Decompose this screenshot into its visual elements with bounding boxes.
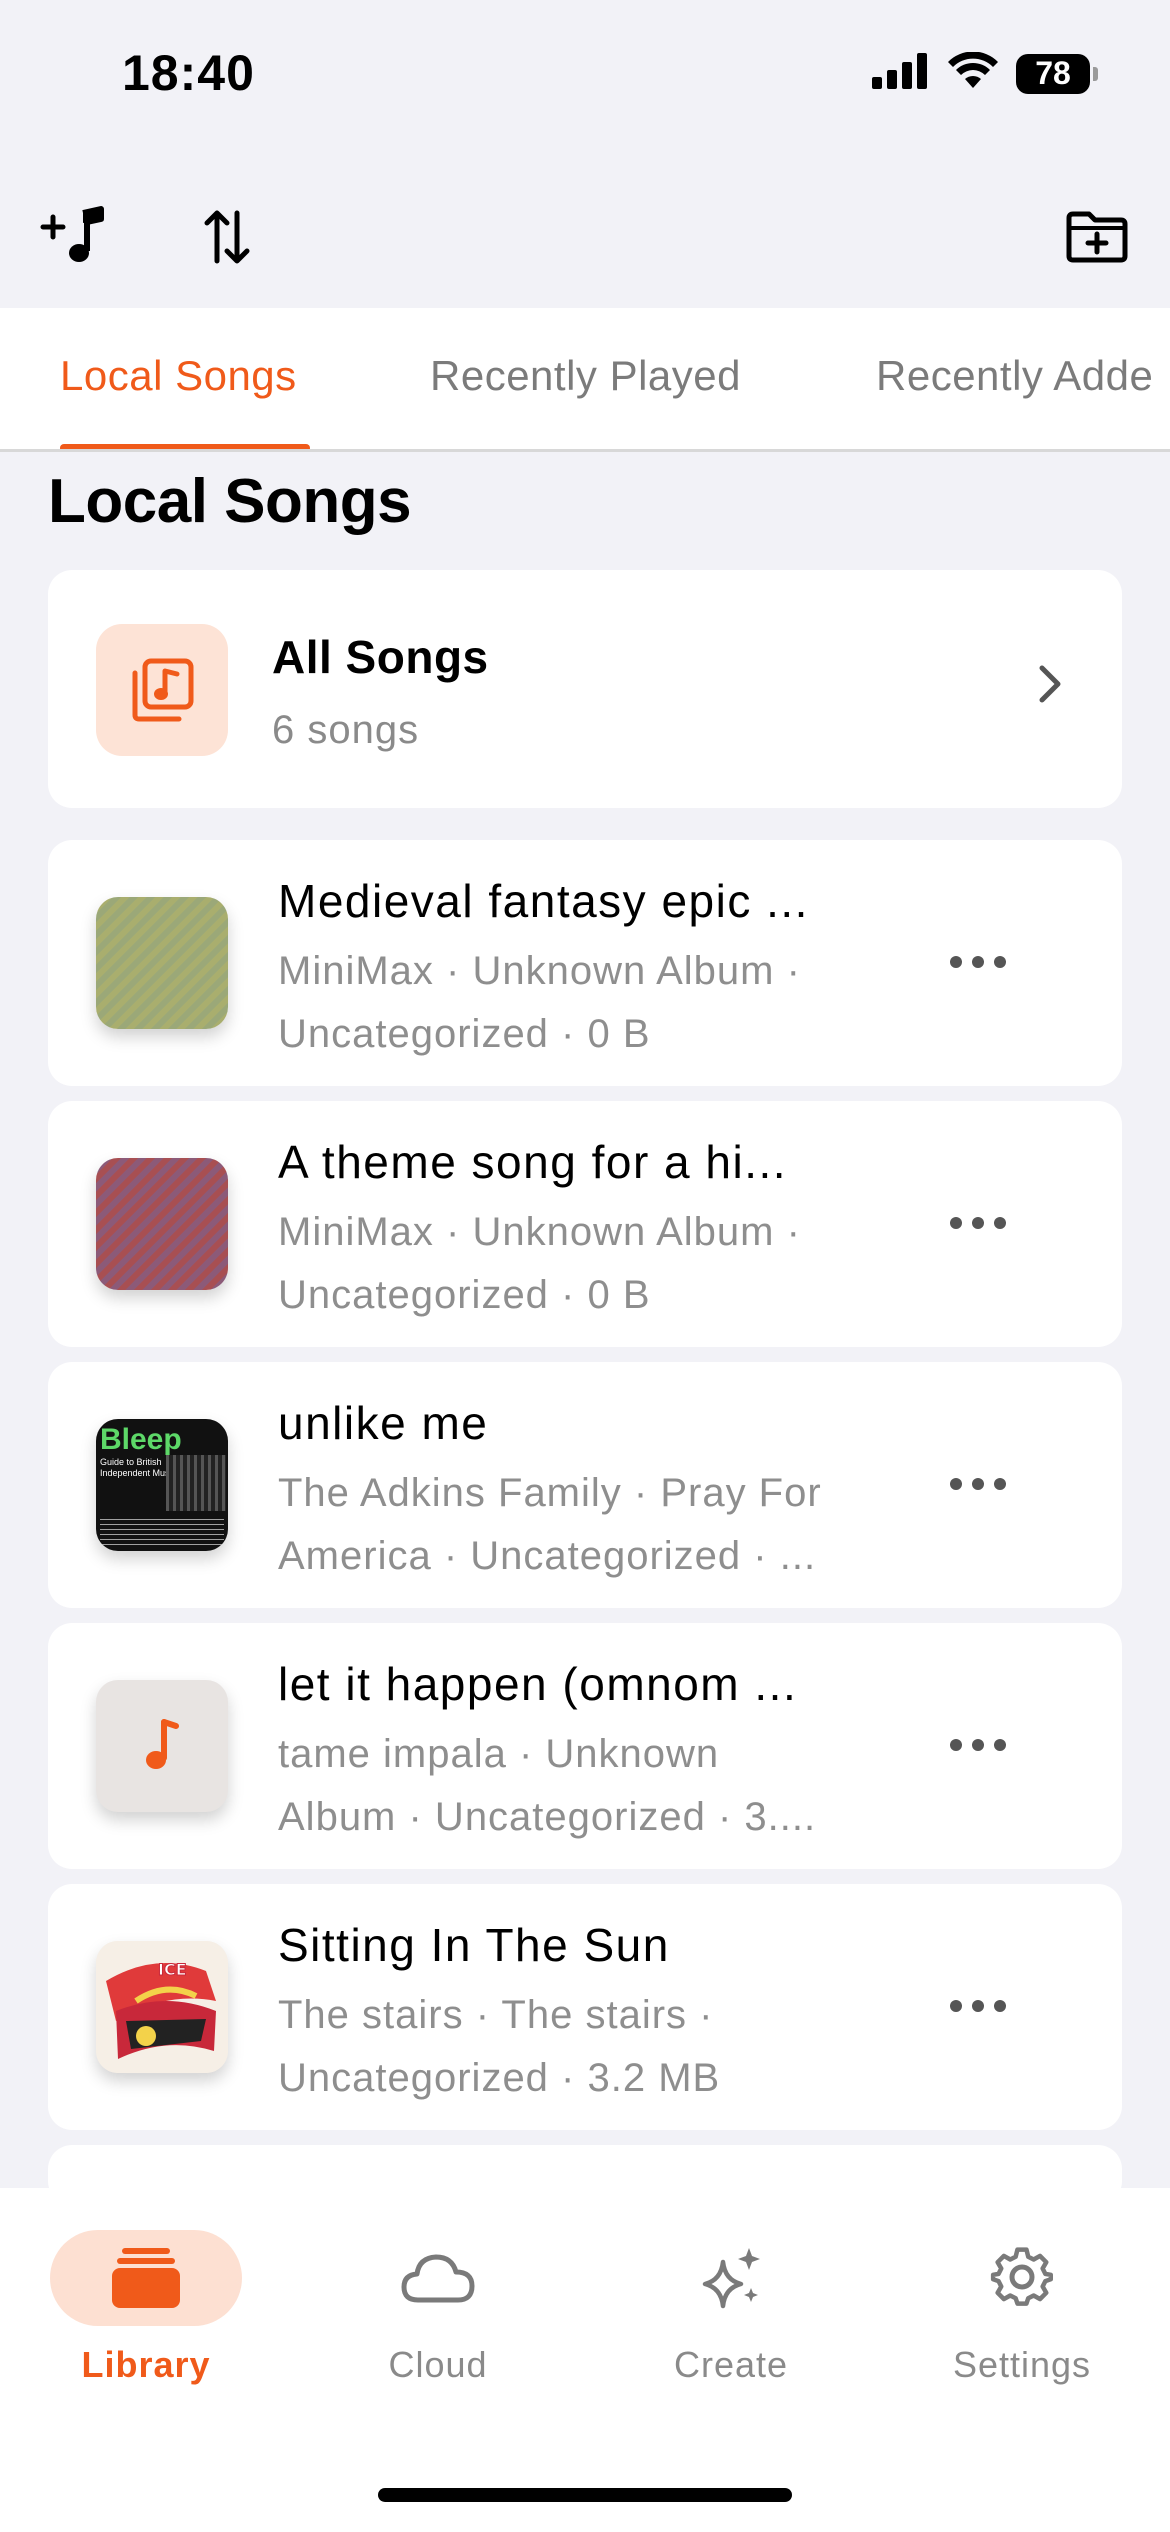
svg-text:ICE: ICE: [158, 1960, 187, 1979]
home-indicator: [378, 2488, 792, 2502]
tab-bar: Local Songs Recently Played Recently Add…: [0, 308, 1170, 452]
song-meta: The stairs · The stairs · Uncategorized …: [278, 1993, 721, 2100]
cloud-icon: [401, 2254, 475, 2303]
nav-create[interactable]: Create: [621, 2228, 841, 2386]
song-row[interactable]: Medieval fantasy epic ... MiniMax · Unkn…: [48, 840, 1122, 1086]
add-music-button[interactable]: [30, 192, 120, 282]
sort-button[interactable]: [182, 192, 272, 282]
song-row[interactable]: Bleep Guide to British Independent Music…: [48, 1362, 1122, 1608]
more-options-button[interactable]: [950, 948, 1006, 976]
signal-icon: [872, 53, 930, 94]
new-folder-button[interactable]: [1052, 192, 1142, 282]
all-songs-count: 6 songs: [272, 708, 420, 752]
sort-icon: [204, 210, 250, 264]
song-title: A theme song for a hi...: [278, 1136, 788, 1188]
album-art: ICE: [96, 1941, 228, 2073]
album-art: [96, 1680, 228, 1812]
nav-label: Create: [673, 2344, 789, 2385]
chevron-right-icon: [1039, 665, 1061, 703]
wifi-icon: [948, 51, 998, 95]
status-bar: 18:40 78: [0, 0, 1170, 150]
album-art: [96, 897, 228, 1029]
battery-icon: 78: [1016, 53, 1098, 94]
album-art: [96, 1158, 228, 1290]
song-title: let it happen (omnom ...: [278, 1658, 798, 1710]
nav-label: Library: [81, 2344, 211, 2385]
library-icon: [50, 2230, 242, 2326]
top-toolbar: [0, 170, 1170, 300]
nav-label: Cloud: [388, 2344, 488, 2385]
bottom-nav: Library Cloud Create Settings: [0, 2188, 1170, 2532]
album-art-graphic: [166, 1455, 226, 1511]
song-meta: The Adkins Family · Pray For America · U…: [278, 1471, 822, 1578]
music-note-icon: [146, 1719, 179, 1769]
song-title: unlike me: [278, 1397, 489, 1449]
nav-cloud[interactable]: Cloud: [328, 2228, 548, 2386]
tab-active-indicator: [60, 444, 310, 449]
add-music-icon: [40, 206, 104, 262]
new-folder-icon: [1066, 211, 1128, 263]
tab-recently-added[interactable]: Recently Adde: [876, 352, 1153, 400]
song-row[interactable]: let it happen (omnom ... tame impala · U…: [48, 1623, 1122, 1869]
status-time: 18:40: [122, 45, 255, 101]
album-art-title: Bleep: [100, 1423, 182, 1456]
gear-icon: [990, 2247, 1054, 2306]
song-meta: tame impala · Unknown Album · Uncategori…: [278, 1732, 817, 1839]
music-library-icon: [96, 624, 228, 756]
nav-settings[interactable]: Settings: [912, 2228, 1132, 2386]
all-songs-card[interactable]: All Songs 6 songs: [48, 570, 1122, 808]
song-meta: MiniMax · Unknown Album · Uncategorized …: [278, 1210, 801, 1317]
more-options-button[interactable]: [950, 1209, 1006, 1237]
more-options-button[interactable]: [950, 1731, 1006, 1759]
nav-library[interactable]: Library: [36, 2228, 256, 2386]
sparkles-icon: [702, 2248, 760, 2309]
album-art-text-lines: [100, 1517, 224, 1545]
song-row[interactable]: ICE Sitting In The Sun The stairs · The …: [48, 1884, 1122, 2130]
all-songs-title: All Songs: [272, 631, 489, 683]
song-title: Sitting In The Sun: [278, 1919, 670, 1971]
status-icons: 78: [872, 51, 1098, 95]
song-row[interactable]: A theme song for a hi... MiniMax · Unkno…: [48, 1101, 1122, 1347]
tab-local-songs[interactable]: Local Songs: [60, 352, 297, 400]
song-meta: MiniMax · Unknown Album · Uncategorized …: [278, 949, 801, 1056]
tab-recently-played[interactable]: Recently Played: [430, 352, 741, 400]
album-art: Bleep Guide to British Independent Music: [96, 1419, 228, 1551]
more-options-button[interactable]: [950, 1992, 1006, 2020]
stairs-cover-graphic: ICE: [96, 1941, 228, 2073]
more-options-button[interactable]: [950, 1470, 1006, 1498]
page-title: Local Songs: [48, 467, 412, 536]
song-title: Medieval fantasy epic ...: [278, 875, 809, 927]
nav-label: Settings: [952, 2344, 1092, 2385]
